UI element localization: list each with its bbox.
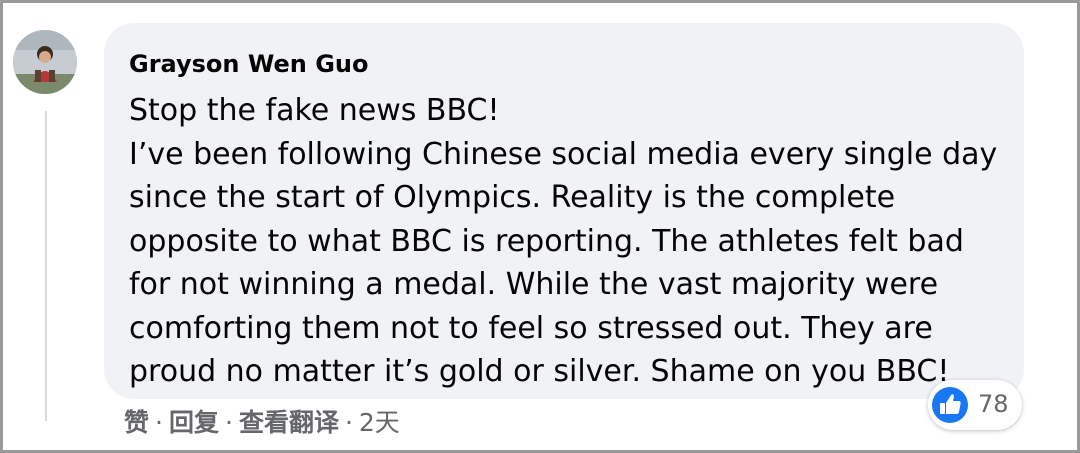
reply-link[interactable]: 回复 — [169, 408, 219, 437]
see-translation-link[interactable]: 查看翻译 — [239, 408, 339, 437]
comment-author-name[interactable]: Grayson Wen Guo — [129, 49, 368, 79]
comment-actions: 赞 · 回复 · 查看翻译 · 2天 — [124, 402, 400, 444]
comment-text-line: proud no matter it’s gold or silver. Sha… — [129, 354, 950, 389]
reply-thread-line — [45, 111, 47, 421]
like-count: 78 — [978, 390, 1009, 418]
comment-bubble: Grayson Wen Guo Stop the fake news BBC! … — [104, 23, 1024, 399]
avatar[interactable] — [13, 30, 77, 94]
comment-frame: Grayson Wen Guo Stop the fake news BBC! … — [0, 0, 1080, 453]
comment-text-line: since the start of Olympics. Reality is … — [129, 180, 896, 215]
comment-timestamp[interactable]: 2天 — [359, 408, 400, 437]
action-separator: · — [344, 408, 353, 437]
like-link[interactable]: 赞 — [124, 408, 149, 437]
comment-text-line: comforting them not to feel so stressed … — [129, 310, 933, 346]
comment-text: Stop the fake news BBC! I’ve been follow… — [129, 89, 1009, 394]
comment-text-line: for not winning a medal. While the vast … — [129, 267, 939, 302]
comment-text-line: Stop the fake news BBC! — [129, 93, 500, 128]
avatar-photo-icon — [13, 30, 77, 94]
comment-text-line: I’ve been following Chinese social media… — [129, 136, 998, 172]
comment-text-line: opposite to what BBC is reporting. The a… — [129, 223, 964, 259]
reaction-summary[interactable]: 78 — [928, 380, 1022, 430]
action-separator: · — [155, 408, 163, 437]
action-separator: · — [224, 408, 233, 437]
thumbs-up-icon — [932, 387, 968, 423]
